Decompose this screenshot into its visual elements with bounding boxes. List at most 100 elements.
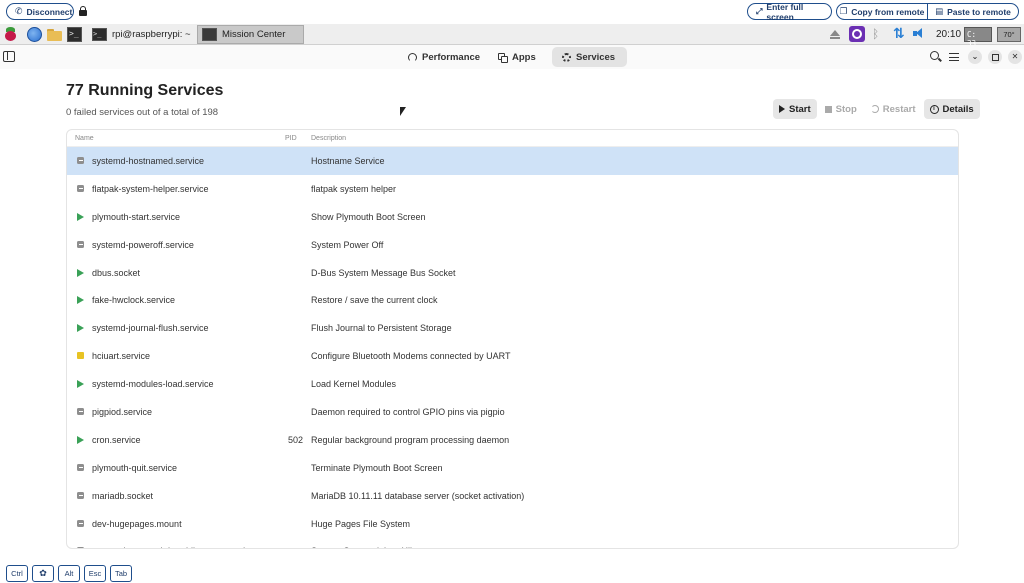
stopped-status-icon bbox=[77, 547, 84, 548]
table-row[interactable]: systemd-suspend-then-hibernate.service Sy… bbox=[67, 537, 958, 548]
play-icon bbox=[779, 105, 785, 113]
taskbar-item-terminal[interactable]: >_ rpi@raspberrypi: ~ bbox=[88, 25, 192, 44]
esc-key[interactable]: Esc bbox=[84, 565, 106, 582]
service-description: System Power Off bbox=[311, 239, 384, 250]
taskbar-item-mission-center[interactable]: Mission Center bbox=[197, 25, 304, 44]
table-row[interactable]: pigpiod.service Daemon required to contro… bbox=[67, 398, 958, 426]
network-icon[interactable]: ⇅ bbox=[893, 25, 905, 42]
tab-performance[interactable]: Performance bbox=[398, 47, 490, 67]
super-key[interactable]: ✿ bbox=[32, 565, 54, 582]
bluetooth-icon[interactable]: ᛒ bbox=[872, 27, 879, 41]
service-name: systemd-poweroff.service bbox=[92, 239, 194, 250]
table-row[interactable]: systemd-poweroff.service System Power Off bbox=[67, 231, 958, 259]
copy-icon: ❐ bbox=[839, 6, 848, 16]
table-row[interactable]: systemd-journal-flush.service Flush Journ… bbox=[67, 314, 958, 342]
service-description: Regular background program processing da… bbox=[311, 434, 510, 445]
browser-icon[interactable] bbox=[27, 27, 42, 42]
service-name: hciuart.service bbox=[92, 351, 151, 362]
temperature-monitor: 70° bbox=[997, 27, 1021, 42]
minimize-button[interactable]: ⌄ bbox=[968, 50, 982, 64]
gear-icon bbox=[562, 52, 571, 62]
file-manager-icon[interactable] bbox=[47, 27, 62, 42]
details-button[interactable]: i Details bbox=[923, 99, 980, 119]
service-name: plymouth-start.service bbox=[92, 211, 181, 222]
service-description: flatpak system helper bbox=[311, 183, 397, 194]
running-status-icon bbox=[77, 212, 84, 221]
column-header-pid[interactable]: PID bbox=[285, 135, 297, 142]
sidebar-toggle-icon[interactable] bbox=[3, 51, 15, 62]
disconnect-button[interactable]: ✆ Disconnect bbox=[6, 3, 74, 20]
table-row[interactable]: systemd-modules-load.service Load Kernel … bbox=[67, 370, 958, 398]
alt-key[interactable]: Alt bbox=[58, 565, 80, 582]
stop-button[interactable]: Stop bbox=[819, 99, 863, 119]
running-status-icon bbox=[77, 296, 84, 305]
table-body: systemd-hostnamed.service Hostname Servic… bbox=[67, 147, 958, 548]
fullscreen-button[interactable]: ⤢ Enter full screen bbox=[747, 2, 832, 22]
service-name: plymouth-quit.service bbox=[92, 462, 178, 473]
service-description: System Suspend then Hibernate bbox=[311, 546, 441, 548]
service-name: fake-hwclock.service bbox=[92, 295, 176, 306]
table-row[interactable]: hciuart.service Configure Bluetooth Modem… bbox=[67, 342, 958, 370]
table-row[interactable]: dev-hugepages.mount Huge Pages File Syste… bbox=[67, 510, 958, 538]
failed-status-icon bbox=[77, 352, 84, 360]
ctrl-key[interactable]: Ctrl bbox=[6, 565, 28, 582]
volume-icon[interactable] bbox=[913, 28, 925, 39]
column-header-name[interactable]: Name bbox=[75, 135, 94, 142]
service-name: pigpiod.service bbox=[92, 407, 153, 418]
lock-icon bbox=[79, 6, 87, 16]
service-actions: Start Stop Restart i Details bbox=[773, 99, 980, 119]
terminal-icon[interactable]: >_ bbox=[67, 27, 82, 42]
remote-session-bar: ✆ Disconnect ⤢ Enter full screen ❐ Copy … bbox=[0, 0, 1024, 24]
copy-from-remote-button[interactable]: ❐ Copy from remote bbox=[837, 4, 927, 19]
service-description: Flush Journal to Persistent Storage bbox=[311, 323, 452, 334]
tab-key[interactable]: Tab bbox=[110, 565, 132, 582]
eject-icon[interactable] bbox=[830, 30, 840, 39]
table-row[interactable]: plymouth-quit.service Terminate Plymouth … bbox=[67, 454, 958, 482]
phone-icon: ✆ bbox=[15, 6, 23, 16]
service-description: Restore / save the current clock bbox=[311, 295, 438, 306]
hamburger-menu-icon[interactable] bbox=[949, 51, 961, 63]
maximize-button[interactable] bbox=[988, 50, 1002, 64]
stopped-status-icon bbox=[77, 157, 84, 164]
gauge-icon bbox=[408, 52, 417, 62]
table-header: Name PID Description bbox=[67, 130, 958, 147]
tab-services[interactable]: Services bbox=[552, 47, 627, 67]
table-row[interactable]: dbus.socket D-Bus System Message Bus Sock… bbox=[67, 259, 958, 287]
column-header-description[interactable]: Description bbox=[311, 135, 346, 142]
stopped-status-icon bbox=[77, 519, 84, 527]
table-row[interactable]: flatpak-system-helper.service flatpak sys… bbox=[67, 175, 958, 203]
table-row[interactable]: plymouth-start.service Show Plymouth Boot… bbox=[67, 203, 958, 231]
search-icon[interactable] bbox=[930, 51, 942, 63]
page-subtitle: 0 failed services out of a total of 198 bbox=[66, 107, 219, 118]
raspberry-icon: ✿ bbox=[39, 568, 47, 578]
service-name: systemd-modules-load.service bbox=[92, 379, 214, 390]
stop-icon bbox=[824, 105, 832, 113]
tray-app-icon[interactable] bbox=[849, 26, 865, 42]
service-description: Configure Bluetooth Modems connected by … bbox=[311, 351, 511, 362]
service-description: MariaDB 10.11.11 database server (socket… bbox=[311, 490, 525, 501]
desktop-taskbar: >_ >_ rpi@raspberrypi: ~ Mission Center bbox=[0, 24, 1024, 45]
cpu-monitor: C: 33 bbox=[964, 27, 992, 48]
app-header: Performance Apps Services ⌄ ✕ bbox=[0, 45, 1024, 69]
table-row[interactable]: fake-hwclock.service Restore / save the c… bbox=[67, 286, 958, 314]
restart-icon bbox=[870, 105, 879, 113]
paste-to-remote-button[interactable]: ▤ Paste to remote bbox=[927, 4, 1018, 19]
service-description: Daemon required to control GPIO pins via… bbox=[311, 407, 505, 418]
start-button[interactable]: Start bbox=[773, 99, 817, 119]
table-row[interactable]: mariadb.socket MariaDB 10.11.11 database … bbox=[67, 482, 958, 510]
stopped-status-icon bbox=[77, 463, 84, 471]
raspberry-menu-icon[interactable] bbox=[3, 27, 18, 42]
service-name: flatpak-system-helper.service bbox=[92, 183, 209, 194]
service-pid: 502 bbox=[287, 434, 303, 445]
table-row[interactable]: cron.service 502 Regular background progra… bbox=[67, 426, 958, 454]
mission-center-window-icon bbox=[202, 28, 217, 41]
tab-apps[interactable]: Apps bbox=[488, 47, 546, 67]
restart-button[interactable]: Restart bbox=[865, 99, 922, 119]
stopped-status-icon bbox=[77, 491, 84, 499]
close-button[interactable]: ✕ bbox=[1008, 50, 1022, 64]
service-description: Hostname Service bbox=[311, 156, 385, 166]
table-row[interactable]: systemd-hostnamed.service Hostname Servic… bbox=[67, 147, 958, 175]
running-status-icon bbox=[77, 324, 84, 333]
service-name: cron.service bbox=[92, 434, 141, 445]
running-status-icon bbox=[77, 435, 84, 444]
